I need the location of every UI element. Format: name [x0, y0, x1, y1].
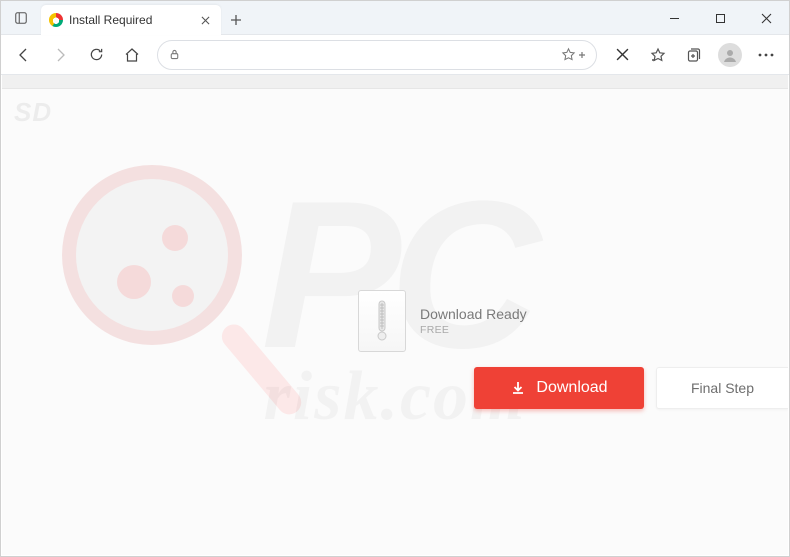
- window-controls: [651, 1, 789, 35]
- download-button-label: Download: [536, 379, 607, 397]
- favorites-button[interactable]: [641, 39, 675, 71]
- window-minimize-button[interactable]: [651, 1, 697, 35]
- browser-window: Install Required: [0, 0, 790, 557]
- download-card: Download Ready FREE: [358, 290, 568, 352]
- window-maximize-button[interactable]: [697, 1, 743, 35]
- nav-refresh-button[interactable]: [79, 39, 113, 71]
- watermark-magnifier-icon: [62, 165, 292, 465]
- collections-button[interactable]: [677, 39, 711, 71]
- page-content: SD PC risk.com: [2, 75, 788, 555]
- address-input[interactable]: [189, 48, 553, 62]
- tab-close-button[interactable]: [197, 12, 213, 28]
- profile-button[interactable]: [713, 39, 747, 71]
- stop-loading-button[interactable]: [605, 39, 639, 71]
- window-close-button[interactable]: [743, 1, 789, 35]
- download-icon: [510, 380, 526, 396]
- download-button[interactable]: Download: [474, 367, 644, 409]
- tab-favicon-icon: [49, 13, 63, 27]
- tab-title: Install Required: [69, 13, 197, 27]
- favorite-star-icon[interactable]: [561, 47, 586, 62]
- titlebar: Install Required: [1, 1, 789, 35]
- nav-forward-button[interactable]: [43, 39, 77, 71]
- page-viewport: SD PC risk.com: [2, 75, 788, 555]
- final-step-label: Final Step: [691, 380, 754, 396]
- file-thumbnail-icon: [358, 290, 406, 352]
- new-tab-button[interactable]: [221, 5, 251, 35]
- nav-back-button[interactable]: [7, 39, 41, 71]
- site-info-icon[interactable]: [168, 48, 181, 61]
- watermark-sd: SD: [14, 97, 52, 128]
- address-bar[interactable]: [157, 40, 597, 70]
- final-step-button[interactable]: Final Step: [656, 367, 788, 409]
- download-card-subtitle: FREE: [420, 324, 527, 336]
- page-top-strip: [2, 75, 788, 89]
- download-card-title: Download Ready: [420, 306, 527, 322]
- tab-actions-button[interactable]: [1, 1, 41, 35]
- button-row: Download Final Step: [474, 367, 788, 409]
- more-menu-button[interactable]: [749, 39, 783, 71]
- avatar-icon: [718, 43, 742, 67]
- nav-home-button[interactable]: [115, 39, 149, 71]
- browser-toolbar: [1, 35, 789, 75]
- browser-tab[interactable]: Install Required: [41, 5, 221, 35]
